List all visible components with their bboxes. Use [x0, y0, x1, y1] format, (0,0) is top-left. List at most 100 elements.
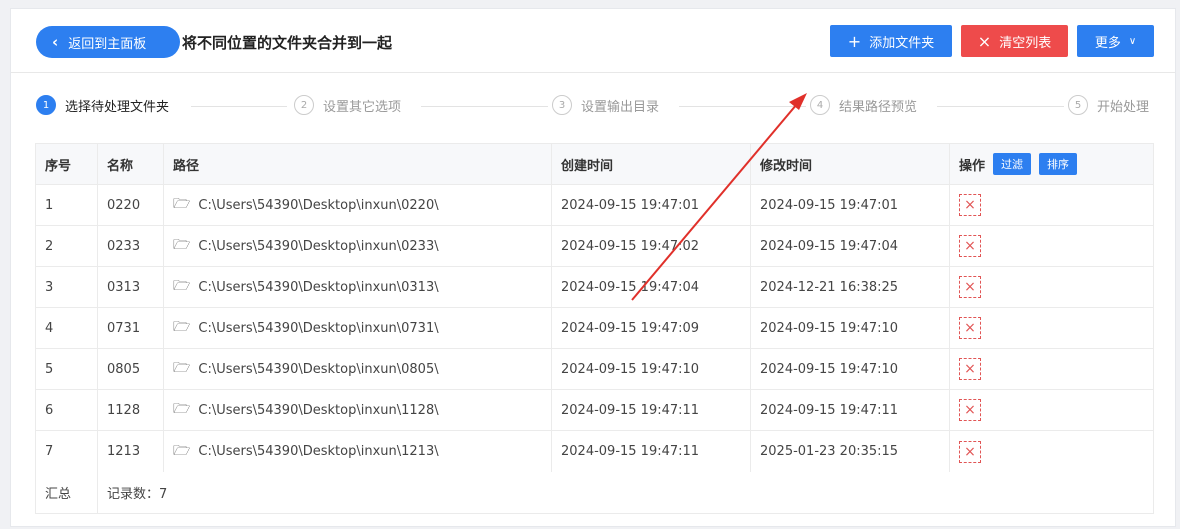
header-path: 路径	[164, 144, 552, 184]
chevron-down-icon: ∨	[1128, 35, 1137, 47]
delete-row-button[interactable]: ×	[959, 358, 981, 380]
more-button[interactable]: 更多 ∨	[1077, 25, 1154, 57]
path-text: C:\Users\54390\Desktop\inxun\0220\	[198, 197, 439, 213]
header-created: 创建时间	[552, 144, 751, 184]
step-number: 1	[36, 95, 56, 115]
step-3[interactable]: 3 设置输出目录	[552, 95, 659, 115]
cell-created: 2024-09-15 19:47:11	[552, 390, 751, 430]
cell-operation: ×	[950, 349, 1153, 389]
close-icon: ×	[977, 31, 992, 51]
folder-table: 序号 名称 路径 创建时间 修改时间 操作 过滤 排序 1 0220 🗁 C:\Use…	[35, 143, 1154, 514]
sort-button[interactable]: 排序	[1039, 153, 1078, 175]
close-icon: ×	[964, 402, 976, 418]
cell-modified: 2024-12-21 16:38:25	[751, 267, 950, 307]
more-label: 更多	[1094, 35, 1121, 51]
cell-index: 4	[36, 308, 98, 348]
cell-operation: ×	[950, 308, 1153, 348]
cell-modified: 2024-09-15 19:47:10	[751, 349, 950, 389]
delete-row-button[interactable]: ×	[959, 276, 981, 298]
cell-name: 0731	[98, 308, 164, 348]
cell-modified: 2025-01-23 20:35:15	[751, 431, 950, 472]
cell-name: 0805	[98, 349, 164, 389]
step-5[interactable]: 5 开始处理	[1068, 95, 1149, 115]
path-text: C:\Users\54390\Desktop\inxun\0805\	[198, 361, 439, 377]
cell-index: 2	[36, 226, 98, 266]
step-connector	[937, 106, 1064, 107]
cell-index: 3	[36, 267, 98, 307]
path-text: C:\Users\54390\Desktop\inxun\1128\	[198, 402, 439, 418]
delete-row-button[interactable]: ×	[959, 399, 981, 421]
step-indicator: 1 选择待处理文件夹 2 设置其它选项 3 设置输出目录 4 结果路径预览 5 …	[11, 95, 1175, 121]
step-number: 4	[810, 95, 830, 115]
delete-row-button[interactable]: ×	[959, 317, 981, 339]
table-row[interactable]: 5 0805 🗁 C:\Users\54390\Desktop\inxun\0805\…	[36, 349, 1153, 390]
table-row[interactable]: 7 1213 🗁 C:\Users\54390\Desktop\inxun\1213\…	[36, 431, 1153, 472]
step-1[interactable]: 1 选择待处理文件夹	[36, 95, 169, 115]
header-bar: ‹ 返回到主面板 将不同位置的文件夹合并到一起 + 添加文件夹 × 清空列表 更…	[11, 9, 1175, 73]
close-icon: ×	[964, 197, 976, 213]
step-number: 5	[1068, 95, 1088, 115]
step-label: 选择待处理文件夹	[65, 99, 170, 115]
cell-created: 2024-09-15 19:47:01	[552, 185, 751, 225]
clear-list-button[interactable]: × 清空列表	[961, 25, 1068, 57]
add-folder-label: 添加文件夹	[869, 35, 935, 51]
close-icon: ×	[964, 361, 976, 377]
close-icon: ×	[964, 443, 976, 460]
cell-created: 2024-09-15 19:47:09	[552, 308, 751, 348]
step-number: 3	[552, 95, 572, 115]
step-4[interactable]: 4 结果路径预览	[810, 95, 917, 115]
delete-row-button[interactable]: ×	[959, 440, 981, 463]
cell-modified: 2024-09-15 19:47:11	[751, 390, 950, 430]
table-header-row: 序号 名称 路径 创建时间 修改时间 操作 过滤 排序	[36, 144, 1153, 185]
step-label: 结果路径预览	[839, 99, 918, 115]
filter-button[interactable]: 过滤	[993, 153, 1032, 175]
cell-operation: ×	[950, 390, 1153, 430]
cell-index: 7	[36, 431, 98, 472]
main-panel: ‹ 返回到主面板 将不同位置的文件夹合并到一起 + 添加文件夹 × 清空列表 更…	[10, 8, 1176, 527]
header-op-label: 操作	[959, 158, 986, 174]
header-index: 序号	[36, 144, 98, 184]
delete-row-button[interactable]: ×	[959, 235, 981, 257]
table-row[interactable]: 3 0313 🗁 C:\Users\54390\Desktop\inxun\0313\…	[36, 267, 1153, 308]
table-row[interactable]: 6 1128 🗁 C:\Users\54390\Desktop\inxun\1128\…	[36, 390, 1153, 431]
cell-path: 🗁 C:\Users\54390\Desktop\inxun\0313\	[164, 267, 552, 307]
table-row[interactable]: 2 0233 🗁 C:\Users\54390\Desktop\inxun\0233\…	[36, 226, 1153, 267]
step-2[interactable]: 2 设置其它选项	[294, 95, 401, 115]
cell-path: 🗁 C:\Users\54390\Desktop\inxun\1128\	[164, 390, 552, 430]
table-row[interactable]: 1 0220 🗁 C:\Users\54390\Desktop\inxun\0220\…	[36, 185, 1153, 226]
cell-name: 0233	[98, 226, 164, 266]
cell-created: 2024-09-15 19:47:10	[552, 349, 751, 389]
cell-operation: ×	[950, 431, 1153, 472]
cell-operation: ×	[950, 185, 1153, 225]
page-title: 将不同位置的文件夹合并到一起	[182, 34, 393, 52]
cell-modified: 2024-09-15 19:47:04	[751, 226, 950, 266]
add-folder-button[interactable]: + 添加文件夹	[830, 25, 952, 57]
close-icon: ×	[964, 279, 976, 295]
step-connector	[421, 106, 548, 107]
cell-name: 1213	[98, 431, 164, 472]
path-text: C:\Users\54390\Desktop\inxun\0233\	[198, 238, 439, 254]
folder-icon: 🗁	[173, 278, 191, 294]
summary-row: 汇总 记录数：7	[36, 472, 1153, 513]
header-name: 名称	[98, 144, 164, 184]
close-icon: ×	[964, 320, 976, 336]
folder-icon: 🗁	[173, 442, 191, 459]
folder-icon: 🗁	[173, 401, 191, 417]
path-text: C:\Users\54390\Desktop\inxun\0313\	[198, 279, 439, 295]
back-to-dashboard-button[interactable]: ‹ 返回到主面板	[36, 26, 180, 58]
folder-icon: 🗁	[173, 196, 191, 212]
summary-value: 记录数：7	[107, 487, 168, 502]
path-text: C:\Users\54390\Desktop\inxun\0731\	[198, 320, 439, 336]
table-row[interactable]: 4 0731 🗁 C:\Users\54390\Desktop\inxun\0731\…	[36, 308, 1153, 349]
cell-operation: ×	[950, 267, 1153, 307]
step-label: 开始处理	[1097, 99, 1150, 115]
cell-modified: 2024-09-15 19:47:10	[751, 308, 950, 348]
cell-index: 5	[36, 349, 98, 389]
header-operation: 操作 过滤 排序	[950, 144, 1153, 184]
delete-row-button[interactable]: ×	[959, 194, 981, 216]
summary-label: 汇总	[36, 472, 98, 513]
close-icon: ×	[964, 238, 976, 254]
cell-created: 2024-09-15 19:47:11	[552, 431, 751, 472]
folder-icon: 🗁	[173, 237, 191, 253]
header-modified: 修改时间	[751, 144, 950, 184]
